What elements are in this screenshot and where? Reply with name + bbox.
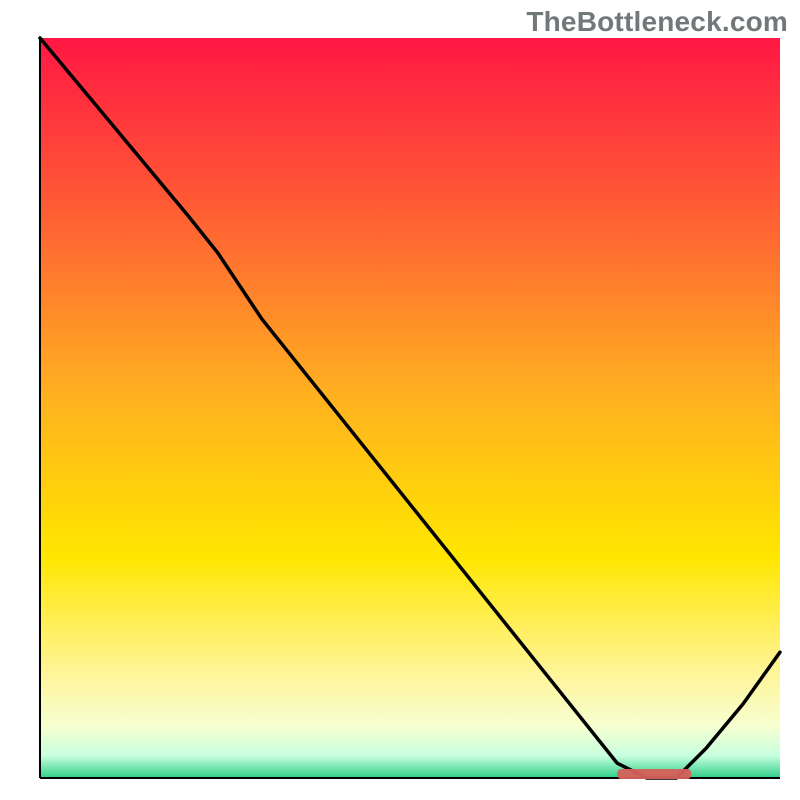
- chart-frame: TheBottleneck.com: [0, 0, 800, 800]
- gradient-panel: [40, 38, 780, 778]
- minimum-marker: [617, 769, 691, 779]
- bottleneck-curve-plot: [0, 0, 800, 800]
